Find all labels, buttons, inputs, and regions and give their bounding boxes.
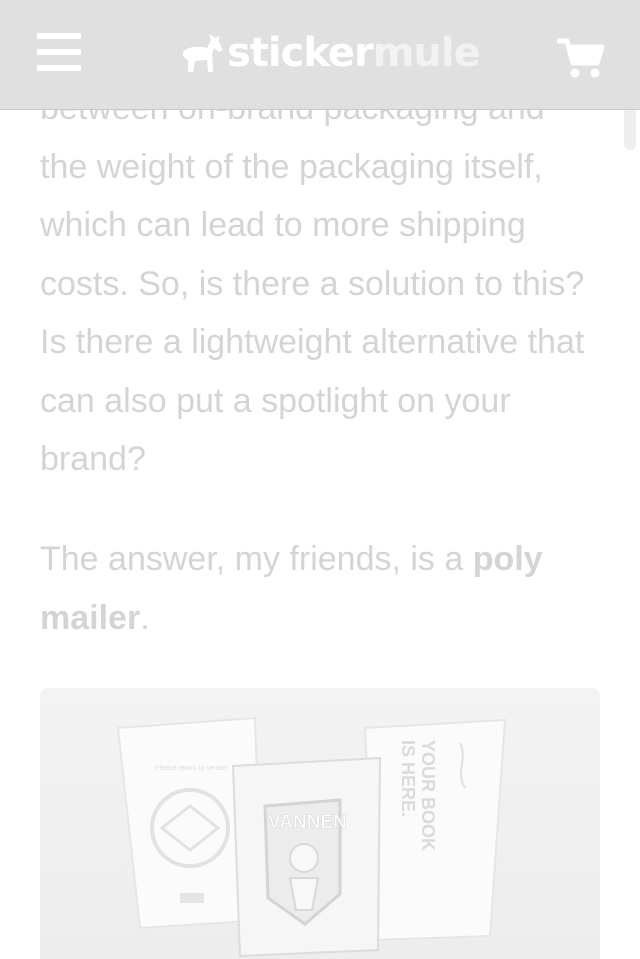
shopping-cart-icon[interactable]: [556, 37, 605, 79]
article-paragraph-answer: The answer, my friends, is a poly mailer…: [40, 530, 600, 647]
right-bag-line1: YOUR BOOK: [418, 740, 438, 851]
right-mailer-bag: YOUR BOOK IS HERE.: [363, 718, 507, 942]
logo-word-sticker: sticker: [227, 30, 374, 76]
poly-mailers-image: Please return to sender YOUR BOOK IS HER…: [40, 688, 600, 959]
stickermule-logo[interactable]: sticker mule: [179, 30, 481, 76]
site-header: sticker mule: [0, 0, 640, 110]
answer-text: The answer, my friends, is a: [40, 540, 473, 578]
center-bag-brand: VANNEN: [268, 812, 347, 833]
poly-mailers-illustration: Please return to sender YOUR BOOK IS HER…: [40, 688, 600, 959]
hamburger-menu-icon[interactable]: [37, 33, 81, 73]
mule-icon: [182, 34, 223, 72]
left-bag-caption: Please return to sender: [155, 765, 228, 772]
page: between on-brand packaging and the weigh…: [0, 0, 640, 959]
right-bag-line2: IS HERE.: [398, 740, 418, 817]
logo-word-mule: mule: [372, 30, 481, 76]
center-mailer-bag: VANNEN: [231, 756, 382, 958]
article-paragraph: between on-brand packaging and the weigh…: [40, 89, 585, 478]
answer-period: .: [140, 598, 150, 637]
